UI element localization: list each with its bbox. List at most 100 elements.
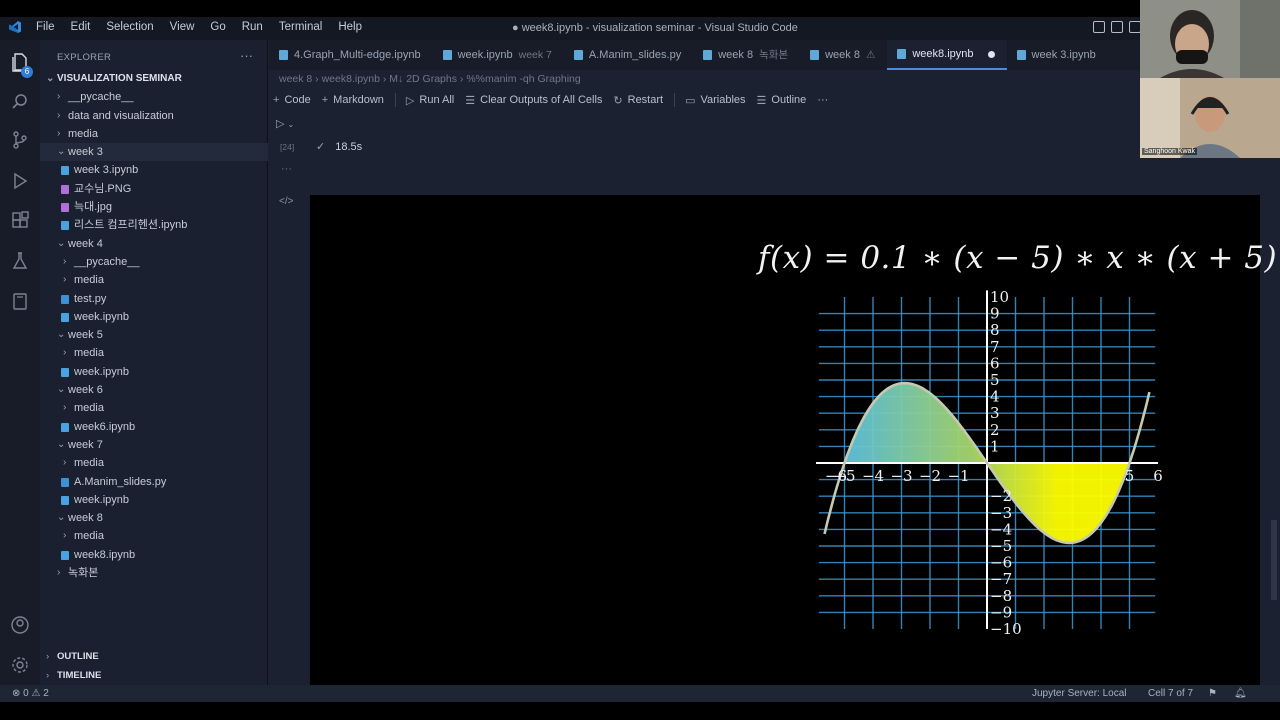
folder-item[interactable]: ⌄ week 8: [40, 509, 268, 527]
add-code-button[interactable]: + Code: [273, 94, 311, 106]
folder-item[interactable]: › media: [40, 125, 268, 143]
menu-selection[interactable]: Selection: [106, 21, 153, 33]
run-debug-icon[interactable]: [10, 171, 30, 191]
account-icon[interactable]: [10, 615, 30, 635]
execution-count: [24]: [280, 142, 295, 152]
menu-go[interactable]: Go: [210, 21, 225, 33]
chevron-down-icon: ⌄: [46, 73, 55, 84]
title-bar: File Edit Selection View Go Run Terminal Help ●…: [0, 0, 1280, 40]
variables-button[interactable]: ▭ Variables: [685, 94, 745, 107]
problems-indicator[interactable]: ⊗ 0 ⚠ 2: [12, 688, 49, 699]
toggle-panel-icon[interactable]: [1111, 21, 1123, 33]
chevron-right-icon: ›: [63, 274, 67, 286]
menu-bar: File Edit Selection View Go Run Terminal Help: [36, 21, 378, 33]
menu-edit[interactable]: Edit: [71, 21, 91, 33]
file-item[interactable]: test.py: [40, 290, 268, 308]
chevron-right-icon: ›: [46, 651, 50, 662]
tree-item-label: media: [68, 127, 98, 140]
folder-item[interactable]: › __pycache__: [40, 253, 268, 271]
tab-week-8[interactable]: week 8 녹화본: [693, 40, 800, 70]
output-more-button[interactable]: ···: [281, 163, 292, 175]
y-tick-label: 2: [990, 421, 1000, 439]
tab-week-ipynb[interactable]: week.ipynb week 7: [433, 40, 564, 70]
tab-4-graph-multi-edge-ipynb[interactable]: 4.Graph_Multi-edge.ipynb: [269, 40, 433, 70]
folder-item[interactable]: › media: [40, 527, 268, 545]
folder-item[interactable]: ⌄ week 5: [40, 326, 268, 344]
folder-item[interactable]: ⌄ week 3: [40, 143, 268, 162]
folder-item[interactable]: › media: [40, 271, 268, 289]
menu-help[interactable]: Help: [338, 21, 362, 33]
cell-position[interactable]: Cell 7 of 7: [1148, 688, 1193, 699]
folder-item[interactable]: › media: [40, 344, 268, 362]
feedback-icon[interactable]: ⚑: [1208, 688, 1217, 699]
folder-item[interactable]: ⌄ week 7: [40, 436, 268, 454]
unsaved-dot-icon[interactable]: [987, 50, 995, 58]
menu-file[interactable]: File: [36, 21, 55, 33]
file-item[interactable]: 리스트 컴프리헨션.ipynb: [40, 216, 268, 234]
menu-run[interactable]: Run: [242, 21, 263, 33]
bottom-strip: [0, 702, 1280, 720]
editor-scrollbar[interactable]: [1271, 520, 1277, 600]
cell-output: f(x) = 0.1 ∗ (x − 5) ∗ x ∗ (x + 5) −6 −5−…: [310, 195, 1277, 685]
file-item[interactable]: week.ipynb: [40, 308, 268, 326]
file-item[interactable]: A.Manim_slides.py: [40, 473, 268, 491]
participant-name: Sanghoon Kwak: [1142, 148, 1197, 155]
x-tick-label: −5: [833, 467, 855, 485]
tab-a-manim-slides-py[interactable]: A.Manim_slides.py: [564, 40, 693, 70]
settings-gear-icon[interactable]: [10, 655, 30, 675]
toolbar-more-button[interactable]: ···: [817, 94, 828, 106]
tab-week8-ipynb[interactable]: week8.ipynb: [887, 40, 1007, 70]
chevron-right-icon: ›: [46, 670, 50, 681]
file-item[interactable]: 교수님.PNG: [40, 180, 268, 198]
menu-terminal[interactable]: Terminal: [279, 21, 322, 33]
add-markdown-button[interactable]: + Markdown: [322, 94, 384, 106]
folder-item[interactable]: › media: [40, 399, 268, 417]
tab-week-3-ipynb[interactable]: week 3.ipynb: [1007, 40, 1108, 70]
source-control-icon[interactable]: [10, 130, 30, 150]
chevron-down-icon: ⌄: [57, 384, 66, 396]
y-tick-label: −6: [990, 554, 1012, 572]
file-tree: ⌄ VISUALIZATION SEMINAR › __pycache__ › data …: [40, 70, 268, 582]
file-item[interactable]: week.ipynb: [40, 491, 268, 509]
clear-outputs-button[interactable]: ☰ Clear Outputs of All Cells: [465, 94, 602, 107]
code-icon[interactable]: </>: [279, 196, 293, 207]
run-all-button[interactable]: ▷ Run All: [406, 94, 454, 107]
file-item[interactable]: week.ipynb: [40, 363, 268, 381]
jupyter-server-status[interactable]: Jupyter Server: Local: [1032, 688, 1127, 699]
notebook-toolbar: + Code + Markdown ▷ Run All ☰ Clear Outputs …: [273, 91, 839, 109]
folder-item[interactable]: ⌄ week 4: [40, 235, 268, 253]
extensions-icon[interactable]: [10, 211, 30, 231]
explorer-more-button[interactable]: ···: [240, 48, 253, 63]
file-item[interactable]: week6.ipynb: [40, 418, 268, 436]
restart-button[interactable]: ↻ Restart: [613, 94, 663, 107]
tree-item-label: 늑대.jpg: [74, 201, 112, 214]
chevron-down-icon: ⌄: [57, 237, 66, 249]
notifications-bell-icon[interactable]: 🔔︎: [1234, 688, 1247, 699]
image-file-icon: [61, 203, 69, 213]
outline-button[interactable]: ☰ Outline: [757, 94, 807, 107]
search-icon[interactable]: [10, 92, 30, 112]
toggle-sidebar-icon[interactable]: [1093, 21, 1105, 33]
testing-flask-icon[interactable]: [10, 251, 30, 271]
y-tick-label: −7: [990, 570, 1012, 588]
folder-item[interactable]: › __pycache__: [40, 88, 268, 106]
file-item[interactable]: week8.ipynb: [40, 546, 268, 564]
notebook-icon[interactable]: [10, 291, 30, 311]
folder-item[interactable]: › media: [40, 454, 268, 472]
restart-icon: ↻: [613, 94, 623, 107]
folder-item[interactable]: › data and visualization: [40, 107, 268, 125]
file-item[interactable]: 늑대.jpg: [40, 198, 268, 216]
workspace-root[interactable]: ⌄ VISUALIZATION SEMINAR: [40, 70, 268, 88]
y-tick-label: 1: [990, 437, 1000, 455]
chevron-right-icon: ›: [57, 127, 61, 139]
menu-view[interactable]: View: [170, 21, 195, 33]
run-cell-button[interactable]: ▷ ⌄: [276, 117, 294, 130]
tab-week-8[interactable]: week 8 ⚠: [800, 40, 887, 70]
chevron-right-icon: ›: [63, 402, 67, 414]
breadcrumb[interactable]: week 8 › week8.ipynb › M↓ 2D Graphs › %%…: [279, 73, 581, 85]
folder-item[interactable]: › 녹화본: [40, 564, 268, 582]
python-file-icon: [573, 50, 583, 60]
file-item[interactable]: week 3.ipynb: [40, 161, 268, 179]
tree-item-label: media: [74, 402, 104, 415]
folder-item[interactable]: ⌄ week 6: [40, 381, 268, 399]
